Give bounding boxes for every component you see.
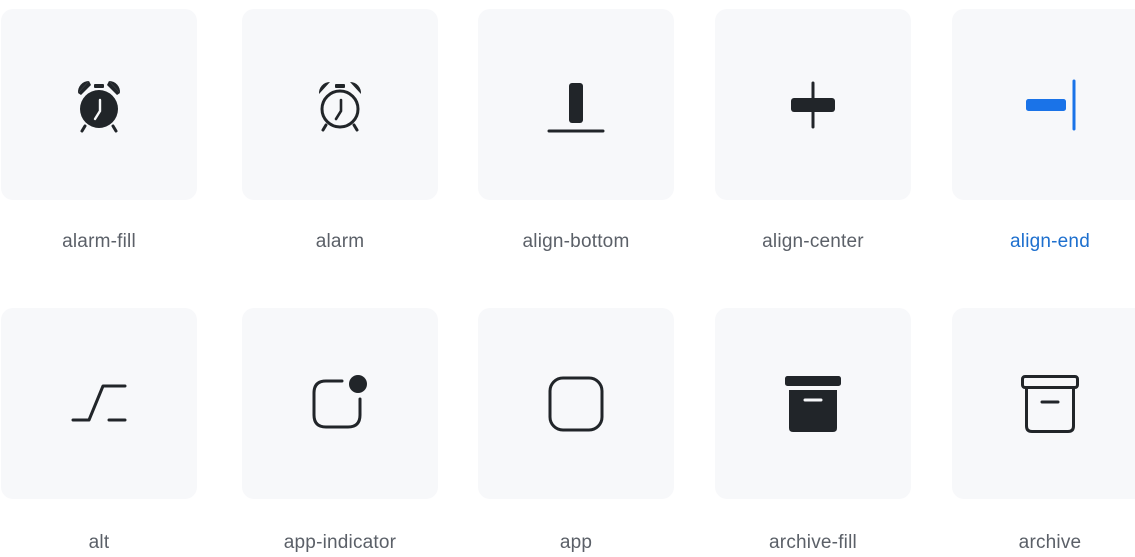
icon-card-alt[interactable]: alt <box>1 308 197 553</box>
icon-card-align-end[interactable]: align-end <box>952 9 1135 252</box>
icon-card-app[interactable]: app <box>478 308 674 553</box>
icon-card-alarm[interactable]: alarm <box>242 9 438 252</box>
icon-tile[interactable] <box>952 9 1135 200</box>
icon-card-archive[interactable]: archive <box>952 308 1135 553</box>
align-bottom-icon <box>547 82 605 132</box>
icon-tile[interactable] <box>952 308 1135 499</box>
icon-card-align-bottom[interactable]: align-bottom <box>478 9 674 252</box>
icon-tile[interactable] <box>715 9 911 200</box>
icon-label: align-center <box>762 231 864 252</box>
icon-label: app <box>559 532 593 553</box>
alarm-fill-icon <box>77 80 121 132</box>
icon-card-align-center[interactable]: align-center <box>715 9 911 252</box>
icon-grid: alarm-fill alarm align-bottom align-cent… <box>0 0 1135 557</box>
icon-tile[interactable] <box>242 308 438 499</box>
icon-tile[interactable] <box>478 308 674 499</box>
icon-label: app-indicator <box>283 532 397 553</box>
icon-tile[interactable] <box>1 9 197 200</box>
align-center-icon <box>791 81 835 128</box>
app-indicator-icon <box>312 374 367 428</box>
icon-label: alt <box>88 532 110 553</box>
icon-label: alarm-fill <box>62 231 136 252</box>
align-end-icon <box>1026 79 1076 130</box>
icon-card-app-indicator[interactable]: app-indicator <box>242 308 438 553</box>
icon-label: archive-fill <box>769 532 857 553</box>
icon-label: align-bottom <box>522 231 630 252</box>
app-icon <box>548 376 604 431</box>
icon-label: align-end <box>1010 231 1090 252</box>
icon-tile[interactable] <box>242 9 438 200</box>
archive-icon <box>1021 374 1079 433</box>
archive-fill-icon <box>785 375 841 432</box>
icon-card-alarm-fill[interactable]: alarm-fill <box>1 9 197 252</box>
icon-card-archive-fill[interactable]: archive-fill <box>715 308 911 553</box>
icon-label: alarm <box>315 231 365 252</box>
icon-label: archive <box>1018 532 1082 553</box>
icon-tile[interactable] <box>715 308 911 499</box>
alt-icon <box>71 384 127 421</box>
alarm-icon <box>318 81 362 131</box>
icon-tile[interactable] <box>478 9 674 200</box>
icon-tile[interactable] <box>1 308 197 499</box>
